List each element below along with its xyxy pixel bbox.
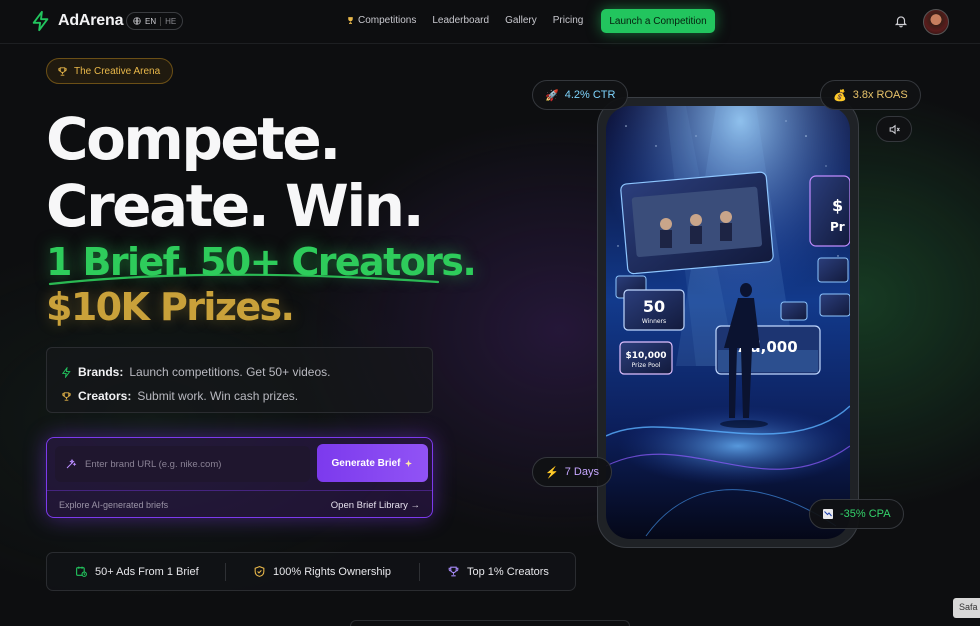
explore-briefs-text: Explore AI-generated briefs (59, 500, 169, 510)
phone-video[interactable]: $ Pr 50 Winners $10,000 Prize Pool Ad,00… (606, 106, 850, 539)
rocket-icon: 🚀 (545, 89, 559, 102)
stat-rights-label: 100% Rights Ownership (273, 565, 392, 578)
generate-brief-label: Generate Brief (331, 457, 401, 469)
brief-divider (47, 490, 432, 491)
nav-link-leaderboard[interactable]: Leaderboard (432, 15, 489, 26)
metric-days: ⚡ 7 Days (532, 457, 612, 487)
nav-link-gallery[interactable]: Gallery (505, 15, 537, 26)
metric-days-value: 7 Days (564, 466, 599, 478)
metric-roas-value: 3.8x ROAS (852, 89, 908, 101)
bell-icon[interactable] (894, 14, 908, 28)
stat-ads-label: 50+ Ads From 1 Brief (95, 565, 199, 578)
brand-url-field[interactable] (55, 446, 310, 482)
money-bag-icon: 💰 (833, 89, 847, 102)
info-row-creators: Creators: Submit work. Win cash prizes. (61, 384, 432, 408)
logo[interactable]: AdArena (30, 10, 123, 32)
brand-url-input[interactable] (85, 458, 285, 470)
shield-check-icon (254, 566, 265, 577)
nav-links: Competitions Leaderboard Gallery Pricing (346, 15, 583, 26)
chart-down-icon (823, 509, 833, 519)
browser-tooltip: Safa (953, 598, 980, 618)
brief-generator: Generate Brief Explore AI-generated brie… (46, 437, 433, 518)
avatar[interactable] (923, 9, 949, 35)
brand-name: AdArena (58, 12, 124, 29)
brands-text: Launch competitions. Get 50+ videos. (129, 365, 331, 379)
lang-divider (160, 16, 162, 26)
trophy-icon (62, 391, 71, 401)
hero-badge: The Creative Arena (46, 58, 174, 84)
lightning-logo-icon (32, 10, 49, 32)
globe-icon (133, 17, 141, 25)
creators-text: Submit work. Win cash prizes. (137, 389, 299, 403)
phone-mockup: $ Pr 50 Winners $10,000 Prize Pool Ad,00… (597, 97, 859, 548)
phone-card-50: 50 (643, 297, 665, 316)
hero-title-line2: Create. Win. (46, 172, 425, 240)
metric-roas: 💰 3.8x ROAS (820, 80, 921, 110)
language-switcher[interactable]: EN HE (126, 12, 184, 30)
lightning-icon: ⚡ (545, 466, 559, 479)
brands-label: Brands: (78, 365, 124, 379)
stats-bar: 50+ Ads From 1 Brief 100% Rights Ownersh… (46, 552, 576, 591)
sparkle-icon (405, 459, 413, 467)
stat-creators: Top 1% Creators (447, 565, 549, 578)
phone-card-prize: $10,000 (626, 351, 667, 361)
top-nav: AdArena EN HE Competitions Leaderboard G… (0, 0, 980, 44)
launch-competition-button[interactable]: Launch a Competition (601, 9, 715, 33)
magic-wand-icon (66, 458, 77, 469)
trophy-icon (348, 17, 353, 24)
stat-creators-label: Top 1% Creators (467, 565, 549, 578)
lang-en[interactable]: EN (145, 17, 156, 26)
next-section-edge (350, 620, 630, 626)
hero-title-line1: Compete. (46, 105, 341, 173)
metric-ctr-value: 4.2% CTR (564, 89, 616, 101)
badge-label: The Creative Arena (74, 65, 161, 77)
phone-card-prize-pool: Prize Pool (632, 362, 661, 369)
stat-rights: 100% Rights Ownership (253, 565, 391, 578)
speaker-muted-icon (889, 124, 900, 134)
info-row-brands: Brands: Launch competitions. Get 50+ vid… (61, 360, 432, 384)
open-brief-library-link[interactable]: Open Brief Library → (331, 500, 420, 511)
nav-link-competitions[interactable]: Competitions (346, 15, 416, 26)
calendar-clock-icon (76, 566, 87, 577)
metric-ctr: 🚀 4.2% CTR (532, 80, 629, 110)
nav-link-label: Competitions (358, 15, 417, 26)
hero-subtitle-gold: $10K Prizes. (46, 285, 295, 329)
audience-info-box: Brands: Launch competitions. Get 50+ vid… (46, 347, 433, 413)
generate-brief-button[interactable]: Generate Brief (317, 444, 428, 482)
metric-cpa-value: -35% CPA (840, 508, 891, 520)
trophy-icon (448, 566, 459, 577)
metric-cpa: -35% CPA (809, 499, 904, 529)
mute-button[interactable] (876, 116, 912, 142)
phone-card-side: $ (832, 196, 843, 215)
creators-label: Creators: (78, 389, 132, 403)
trophy-icon (58, 66, 67, 76)
nav-link-pricing[interactable]: Pricing (553, 15, 584, 26)
phone-card-winners: Winners (642, 318, 666, 325)
lightning-icon (61, 366, 71, 378)
stat-divider (225, 563, 226, 581)
lang-he[interactable]: HE (165, 17, 176, 26)
stat-ads: 50+ Ads From 1 Brief (75, 565, 199, 578)
stat-divider (419, 563, 420, 581)
phone-card-side-2: Pr (830, 220, 845, 234)
